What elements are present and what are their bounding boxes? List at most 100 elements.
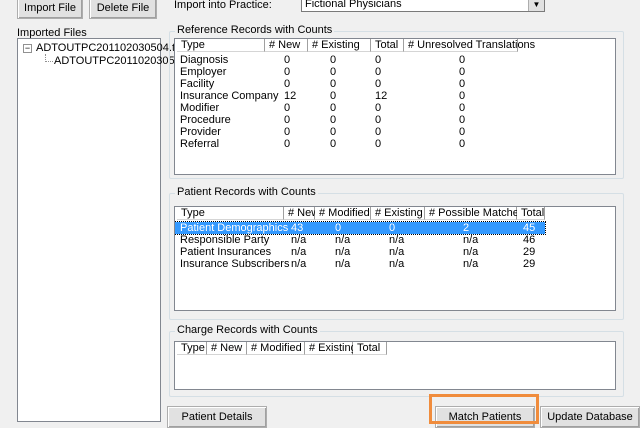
table-row[interactable]: Provider 0 0 0 0 bbox=[175, 126, 518, 138]
table-cell: 0 bbox=[284, 78, 291, 90]
table-cell: n/a bbox=[335, 258, 351, 270]
column-header[interactable]: Total bbox=[353, 342, 387, 355]
table-cell: 0 bbox=[330, 126, 337, 138]
table-row[interactable]: Employer 0 0 0 0 bbox=[175, 66, 518, 78]
practice-label: Import into Practice: bbox=[174, 0, 272, 11]
table-row[interactable]: Referral 0 0 0 0 bbox=[175, 138, 518, 150]
table-cell: Patient Insurances bbox=[180, 246, 272, 258]
table-row[interactable]: Responsible Party n/a n/a n/a n/a 46 bbox=[175, 234, 545, 246]
table-cell: n/a bbox=[291, 234, 307, 246]
delete-file-button[interactable]: Delete File bbox=[89, 0, 157, 19]
table-cell: n/a bbox=[389, 246, 405, 258]
imported-files-tree[interactable]: − ADTOUTPC201102030504.t ADTOUTPC2011020… bbox=[17, 38, 175, 422]
delete-file-label: Delete File bbox=[96, 2, 150, 14]
table-cell: n/a bbox=[389, 258, 405, 270]
column-header[interactable]: # Possible Matches bbox=[425, 207, 524, 220]
table-cell: 0 bbox=[284, 54, 291, 66]
charge-records-list[interactable]: Type # New # Modified # Existing Total bbox=[174, 341, 616, 390]
column-header[interactable]: Type bbox=[177, 342, 207, 355]
tree-item-file[interactable]: ADTOUTPC201102030504.t bbox=[36, 42, 175, 54]
reference-records-list[interactable]: Type # New # Existing Total # Unresolved Tra… bbox=[174, 38, 616, 175]
column-header[interactable]: # Existing bbox=[371, 207, 425, 220]
table-cell: n/a bbox=[291, 246, 307, 258]
column-header[interactable]: # Existing bbox=[305, 342, 357, 355]
table-cell: Insurance Company bbox=[180, 90, 279, 102]
table-cell: 12 bbox=[284, 90, 297, 102]
table-cell: 0 bbox=[389, 222, 396, 234]
table-row[interactable]: Patient Demographics 43 0 0 2 45 bbox=[175, 221, 546, 235]
column-header[interactable]: # Unresolved Translations bbox=[404, 39, 535, 52]
patient-records-list[interactable]: Type # New # Modified # Existing # Possible … bbox=[174, 206, 616, 311]
tree-connector bbox=[45, 61, 53, 63]
reference-records-title: Reference Records with Counts bbox=[175, 24, 335, 36]
table-row[interactable]: Insurance Subscribers n/a n/a n/a n/a 29 bbox=[175, 258, 545, 270]
table-cell: Employer bbox=[180, 66, 227, 78]
table-cell: 0 bbox=[459, 126, 466, 138]
table-cell: Patient Demographics bbox=[180, 222, 289, 234]
import-file-button[interactable]: Import File bbox=[17, 0, 83, 19]
column-header[interactable]: Type bbox=[177, 207, 284, 220]
column-header[interactable]: # New bbox=[207, 342, 247, 355]
table-cell: n/a bbox=[291, 258, 307, 270]
table-cell: 0 bbox=[330, 138, 337, 150]
table-cell: 0 bbox=[330, 114, 337, 126]
table-row[interactable]: Diagnosis 0 0 0 0 bbox=[175, 54, 518, 66]
practice-select[interactable]: Fictional Physicians ▼ bbox=[301, 0, 545, 12]
table-cell: Insurance Subscribers bbox=[180, 258, 290, 270]
table-cell: 0 bbox=[284, 138, 291, 150]
collapse-icon[interactable]: − bbox=[23, 44, 32, 53]
table-cell: 0 bbox=[284, 114, 291, 126]
table-cell: 0 bbox=[330, 102, 337, 114]
table-cell: 2 bbox=[463, 222, 470, 234]
table-cell: 0 bbox=[459, 54, 466, 66]
table-cell: 0 bbox=[284, 102, 291, 114]
charge-records-title: Charge Records with Counts bbox=[175, 324, 320, 336]
table-cell: Provider bbox=[180, 126, 221, 138]
column-header[interactable]: # New bbox=[265, 39, 308, 52]
column-header[interactable]: # Existing bbox=[308, 39, 371, 52]
table-row[interactable]: Patient Insurances n/a n/a n/a n/a 29 bbox=[175, 246, 545, 258]
table-row[interactable]: Insurance Company 12 0 12 0 bbox=[175, 90, 518, 102]
table-row[interactable]: Facility 0 0 0 0 bbox=[175, 78, 518, 90]
practice-select-value: Fictional Physicians bbox=[305, 0, 402, 10]
table-cell: 0 bbox=[330, 90, 337, 102]
table-cell: 0 bbox=[375, 54, 382, 66]
table-cell: 0 bbox=[375, 138, 382, 150]
table-cell: 0 bbox=[459, 114, 466, 126]
import-file-label: Import File bbox=[24, 2, 76, 14]
column-header[interactable]: # Modified bbox=[315, 207, 371, 220]
column-header[interactable]: # Modified bbox=[247, 342, 305, 355]
chevron-down-icon[interactable]: ▼ bbox=[528, 0, 544, 11]
update-database-label: Update Database bbox=[547, 411, 633, 423]
table-cell: 0 bbox=[375, 78, 382, 90]
column-header[interactable]: Total bbox=[371, 39, 404, 52]
patient-details-button[interactable]: Patient Details bbox=[167, 406, 267, 428]
patient-details-label: Patient Details bbox=[181, 411, 253, 423]
tree-item-subfile[interactable]: ADTOUTPC2011020305 bbox=[54, 55, 175, 67]
match-patients-button[interactable]: Match Patients bbox=[435, 406, 535, 428]
column-header[interactable]: Type bbox=[177, 39, 265, 52]
table-cell: 0 bbox=[375, 114, 382, 126]
table-cell: Procedure bbox=[180, 114, 231, 126]
table-cell: n/a bbox=[335, 246, 351, 258]
column-header[interactable]: # New bbox=[284, 207, 319, 220]
table-cell: Modifier bbox=[180, 102, 220, 114]
match-patients-label: Match Patients bbox=[448, 411, 522, 423]
table-row[interactable]: Modifier 0 0 0 0 bbox=[175, 102, 518, 114]
table-row[interactable]: Procedure 0 0 0 0 bbox=[175, 114, 518, 126]
table-cell: 0 bbox=[284, 126, 291, 138]
table-cell: 0 bbox=[335, 222, 342, 234]
update-database-button[interactable]: Update Database bbox=[540, 406, 640, 428]
table-cell: 46 bbox=[523, 234, 536, 246]
table-cell: Diagnosis bbox=[180, 54, 229, 66]
table-cell: n/a bbox=[463, 246, 479, 258]
table-cell: Facility bbox=[180, 78, 215, 90]
table-cell: Responsible Party bbox=[180, 234, 270, 246]
table-cell: Referral bbox=[180, 138, 220, 150]
table-cell: n/a bbox=[463, 234, 479, 246]
table-cell: 0 bbox=[375, 126, 382, 138]
table-cell: 0 bbox=[330, 78, 337, 90]
column-header[interactable]: Total bbox=[517, 207, 545, 220]
table-cell: 0 bbox=[330, 54, 337, 66]
table-cell: 0 bbox=[375, 102, 382, 114]
